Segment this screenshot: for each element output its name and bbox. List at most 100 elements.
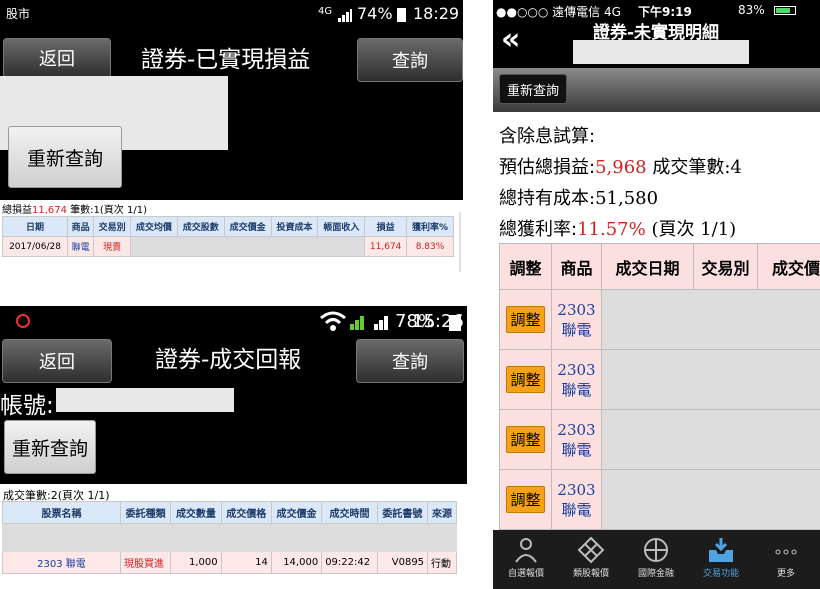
- status-battery-pct: 83%: [738, 3, 765, 17]
- wifi-icon: [320, 310, 346, 336]
- total-cost-line: 總持有成本:51,580: [499, 188, 659, 209]
- status-battery-pct: 74%: [357, 4, 393, 23]
- cell-price: 14: [220, 551, 272, 574]
- tab-sector-quotes[interactable]: 類股報價: [558, 530, 624, 579]
- col-header: 成交時間: [321, 501, 378, 524]
- query-button[interactable]: 查詢: [356, 339, 464, 383]
- tab-bar: 自選報價 類股報價 國際金融 交易功能 更多: [493, 530, 820, 589]
- tab-trading[interactable]: 交易功能: [688, 530, 754, 579]
- trade-report-panel: 78% 15:26 返回 證券-成交回報 查詢 帳號: 重新查詢: [0, 306, 467, 484]
- cell-redacted: [601, 289, 820, 350]
- product-name: 聯電: [561, 320, 592, 339]
- col-header: 商品: [67, 216, 95, 237]
- refresh-button[interactable]: 重新查詢: [499, 74, 567, 104]
- col-header: 商品: [551, 243, 602, 290]
- cell-source: 行動: [427, 551, 457, 574]
- col-header: 委託書號: [376, 501, 429, 524]
- table-row[interactable]: 調整 2303 聯電: [499, 289, 820, 350]
- adjust-button[interactable]: 調整: [506, 366, 545, 393]
- product-code: 2303: [557, 360, 596, 379]
- diamond-grid-icon: [577, 536, 605, 564]
- cell-rate: 8.83%: [406, 236, 454, 257]
- summary-suffix: 筆數:1(頁次 1/1): [67, 205, 147, 216]
- cell-redacted: [601, 349, 820, 410]
- product-cell[interactable]: 2303 聯電: [551, 289, 602, 350]
- col-header: 成交均價: [129, 216, 178, 237]
- col-header: 委託種類: [119, 501, 172, 524]
- status-network: 4G: [318, 6, 333, 17]
- page-indicator: (頁次 1/1): [645, 219, 737, 240]
- tab-more[interactable]: 更多: [753, 530, 819, 579]
- unrealized-panel: ●●○○○ 遠傳電信 4G 下午9:19 83% « 證券-未實現明細 重新查詢…: [493, 0, 820, 589]
- inbox-download-icon: [709, 538, 733, 562]
- table-row[interactable]: 2303 聯電 現股買進 1,000 14 14,000 09:22:42 V0…: [2, 551, 457, 574]
- profit-rate-label: 總獲利率:: [499, 219, 578, 240]
- col-header: 來源: [427, 501, 457, 524]
- tab-label: 類股報價: [572, 569, 609, 579]
- adjust-button[interactable]: 調整: [506, 306, 545, 333]
- refresh-button[interactable]: 重新查詢: [8, 126, 122, 188]
- col-header: 獲利率%: [406, 216, 454, 237]
- table-row[interactable]: 調整 2303 聯電: [499, 409, 820, 470]
- cell-redacted: [601, 469, 820, 530]
- back-button[interactable]: 返回: [2, 339, 112, 383]
- estimated-pl-label: 預估總損益:: [499, 157, 596, 178]
- realized-table: 日期 商品 交易別 成交均價 成交股數 成交價金 投資成本 帳面收入 損益 獲利…: [1, 216, 454, 257]
- back-chevron-icon[interactable]: «: [501, 22, 520, 57]
- table-row[interactable]: 2017/06/28 聯電 現賣 11,674 8.83%: [1, 236, 454, 257]
- table-header: 調整 商品 成交日期 交易別 成交價: [499, 243, 820, 290]
- product-code: 2303: [557, 480, 596, 499]
- signal-icon: [350, 312, 394, 334]
- summary-line: 總損益11,674 筆數:1(頁次 1/1): [2, 201, 147, 216]
- redacted-row: [2, 523, 457, 552]
- cell-order-kind: 現股買進: [119, 551, 172, 574]
- account-label: 帳號:: [0, 393, 54, 419]
- adjust-button[interactable]: 調整: [506, 486, 545, 513]
- product-cell[interactable]: 2303 聯電: [551, 409, 602, 470]
- cell-type: 現賣: [93, 236, 131, 257]
- globe-icon: [644, 538, 668, 562]
- adjust-button[interactable]: 調整: [506, 426, 545, 453]
- query-button[interactable]: 查詢: [357, 38, 463, 82]
- product-name: 聯電: [561, 440, 592, 459]
- product-name: 聯電: [561, 380, 592, 399]
- col-header: 投資成本: [270, 216, 319, 237]
- account-redacted: [573, 40, 749, 64]
- cell-order-no: V0895: [376, 551, 429, 574]
- status-carrier: 股市: [6, 7, 31, 21]
- col-header: 成交股數: [176, 216, 225, 237]
- product-name: 聯電: [561, 500, 592, 519]
- product-code: 2303: [557, 420, 596, 439]
- table-header: 股票名稱 委託種類 成交數量 成交價格 成交價金 成交時間 委託書號 來源: [2, 501, 457, 524]
- tab-global-finance[interactable]: 國際金融: [623, 530, 689, 579]
- cell-redacted: [129, 236, 366, 257]
- holdings-table: 調整 商品 成交日期 交易別 成交價 調整 2303 聯電 調整 2303 聯電 調…: [499, 243, 820, 530]
- profit-rate-line: 總獲利率:11.57% (頁次 1/1): [499, 215, 736, 241]
- table-row[interactable]: 調整 2303 聯電: [499, 349, 820, 410]
- battery-icon: [774, 6, 796, 15]
- cell-redacted: [601, 409, 820, 470]
- summary-prefix: 總損益: [2, 205, 32, 216]
- tab-watchlist[interactable]: 自選報價: [493, 530, 559, 579]
- signal-icon: [338, 7, 352, 26]
- cell-stock-name[interactable]: 2303 聯電: [2, 551, 121, 574]
- col-header: 成交價格: [220, 501, 272, 524]
- status-time: 18:29: [413, 4, 460, 23]
- profit-rate-value: 11.57%: [577, 219, 646, 240]
- cell-qty: 1,000: [170, 551, 222, 574]
- product-cell[interactable]: 2303 聯電: [551, 469, 602, 530]
- back-button[interactable]: 返回: [3, 38, 111, 78]
- refresh-button[interactable]: 重新查詢: [4, 420, 96, 474]
- cell-product[interactable]: 聯電: [67, 236, 95, 257]
- col-header: 調整: [499, 243, 552, 290]
- more-dots-icon: [775, 549, 797, 555]
- summary-pl: 11,674: [32, 205, 67, 216]
- col-header: 交易別: [93, 216, 131, 237]
- table-row[interactable]: 調整 2303 聯電: [499, 469, 820, 530]
- col-header: 成交價金: [223, 216, 272, 237]
- person-chart-icon: [515, 538, 537, 563]
- product-cell[interactable]: 2303 聯電: [551, 349, 602, 410]
- col-header: 交易別: [693, 243, 758, 290]
- estimated-pl-line: 預估總損益:5,968 成交筆數:4: [499, 153, 742, 179]
- col-header: 成交價: [757, 243, 820, 290]
